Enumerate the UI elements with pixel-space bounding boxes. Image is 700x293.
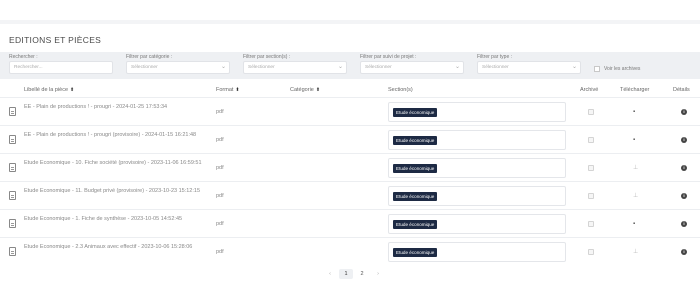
chevron-down-icon: ⌄ (337, 64, 343, 70)
piece-format: pdf (216, 137, 224, 143)
archives-checkbox-label: Voir les archives (604, 66, 641, 72)
column-header-archive: Archivé (580, 87, 599, 93)
document-icon (9, 191, 16, 200)
pagination-page-1[interactable]: 1 (339, 269, 353, 279)
column-header-telecharger: Télécharger (620, 87, 650, 93)
piece-format: pdf (216, 249, 224, 255)
sort-icon: ⬍ (235, 87, 240, 93)
chevron-down-icon: ⌄ (571, 64, 577, 70)
project-filter-value: Sélectionner (365, 65, 392, 70)
project-filter-select[interactable]: Sélectionner ⌄ (360, 61, 464, 74)
archive-checkbox[interactable] (588, 193, 594, 199)
table-row: Etude Economique - 1. Fiche de synthèse … (0, 209, 700, 237)
section-tag: Etude économique (393, 108, 438, 117)
archive-checkbox[interactable] (588, 249, 594, 255)
section-tag: Etude économique (393, 136, 438, 145)
top-band (0, 0, 700, 20)
save-icon[interactable]: ▪ (633, 137, 635, 143)
document-icon (9, 219, 16, 228)
pagination-prev-button[interactable]: ‹ (323, 269, 337, 279)
archive-checkbox[interactable] (588, 109, 594, 115)
column-header-sections: Section(s) (388, 87, 413, 93)
table-row: Etude Economique - 2.3 Animaux avec effe… (0, 237, 700, 265)
sections-select[interactable]: Etude économique (388, 214, 566, 234)
column-header-libelle-label: Libellé de la pièce (24, 87, 69, 93)
archive-checkbox[interactable] (588, 137, 594, 143)
piece-label: Etude Economique - 10. Fiche société (pr… (24, 160, 202, 166)
sections-select[interactable]: Etude économique (388, 102, 566, 122)
archives-checkbox[interactable] (594, 66, 600, 72)
info-icon[interactable]: i (681, 109, 687, 115)
piece-label: EE - Plain de productions ! - prougri - … (24, 104, 168, 110)
sections-select[interactable]: Etude économique (388, 242, 566, 262)
download-icon[interactable]: ⊥ (633, 165, 638, 171)
info-icon[interactable]: i (681, 249, 687, 255)
chevron-down-icon: ⌄ (454, 64, 460, 70)
search-label: Rechercher : (9, 54, 38, 60)
info-icon[interactable]: i (681, 193, 687, 199)
page-title: EDITIONS ET PIÈCES (9, 35, 102, 45)
sections-select[interactable]: Etude économique (388, 186, 566, 206)
column-header-details: Détails (673, 87, 690, 93)
sort-icon: ⬍ (315, 87, 321, 93)
info-icon[interactable]: i (681, 221, 687, 227)
category-filter-select[interactable]: Sélectionner ⌄ (126, 61, 230, 74)
column-header-libelle[interactable]: Libellé de la pièce ⬍ (24, 87, 74, 93)
section-tag: Etude économique (393, 248, 438, 257)
save-icon[interactable]: ▪ (633, 221, 635, 227)
pagination: ‹ 1 2 › (323, 268, 385, 280)
section-filter-value: Sélectionner (248, 65, 275, 70)
column-header-categorie[interactable]: Catégorie ⬍ (290, 87, 320, 93)
piece-format: pdf (216, 165, 224, 171)
section-tag: Etude économique (393, 164, 438, 173)
sort-icon: ⬍ (70, 87, 75, 93)
column-header-format[interactable]: Format ⬍ (216, 87, 240, 93)
type-filter-select[interactable]: Sélectionner ⌄ (477, 61, 581, 74)
category-filter-label: Filtrer par catégorie : (126, 54, 173, 60)
column-header-categorie-label: Catégorie (290, 87, 314, 93)
download-icon[interactable]: ⊥ (633, 249, 638, 255)
category-filter-value: Sélectionner (131, 65, 158, 70)
piece-label: EE - Plain de productions ! - prougri (p… (24, 132, 197, 138)
sections-select[interactable]: Etude économique (388, 130, 566, 150)
table-row: Etude Economique - 11. Budget privé (pro… (0, 181, 700, 209)
section-filter-select[interactable]: Sélectionner ⌄ (243, 61, 347, 74)
piece-format: pdf (216, 109, 224, 115)
section-tag: Etude économique (393, 192, 438, 201)
piece-label: Etude Economique - 1. Fiche de synthèse … (24, 216, 183, 222)
search-input[interactable]: Rechercher... (9, 61, 113, 74)
table-row: Etude Economique - 10. Fiche société (pr… (0, 153, 700, 181)
type-filter-label: Filtrer par type : (477, 54, 513, 60)
type-filter-value: Sélectionner (482, 65, 509, 70)
column-header-format-label: Format (216, 87, 234, 93)
archive-checkbox[interactable] (588, 221, 594, 227)
pagination-page-2[interactable]: 2 (355, 269, 369, 279)
sections-select[interactable]: Etude économique (388, 158, 566, 178)
document-icon (9, 163, 16, 172)
table-row: EE - Plain de productions ! - prougri (p… (0, 125, 700, 153)
document-icon (9, 107, 16, 116)
section-filter-label: Filtrer par section(s) : (243, 54, 291, 60)
piece-format: pdf (216, 193, 224, 199)
archive-checkbox[interactable] (588, 165, 594, 171)
document-icon (9, 135, 16, 144)
piece-format: pdf (216, 221, 224, 227)
pagination-next-button[interactable]: › (371, 269, 385, 279)
document-icon (9, 247, 16, 256)
project-filter-label: Filtrer par suivi de projet : (360, 54, 417, 60)
download-icon[interactable]: ⊥ (633, 193, 638, 199)
info-icon[interactable]: i (681, 165, 687, 171)
piece-label: Etude Economique - 11. Budget privé (pro… (24, 188, 201, 194)
save-icon[interactable]: ▪ (633, 109, 635, 115)
piece-label: Etude Economique - 2.3 Animaux avec effe… (24, 244, 193, 250)
chevron-down-icon: ⌄ (220, 64, 226, 70)
section-tag: Etude économique (393, 220, 438, 229)
table-row: EE - Plain de productions ! - prougri - … (0, 97, 700, 125)
info-icon[interactable]: i (681, 137, 687, 143)
